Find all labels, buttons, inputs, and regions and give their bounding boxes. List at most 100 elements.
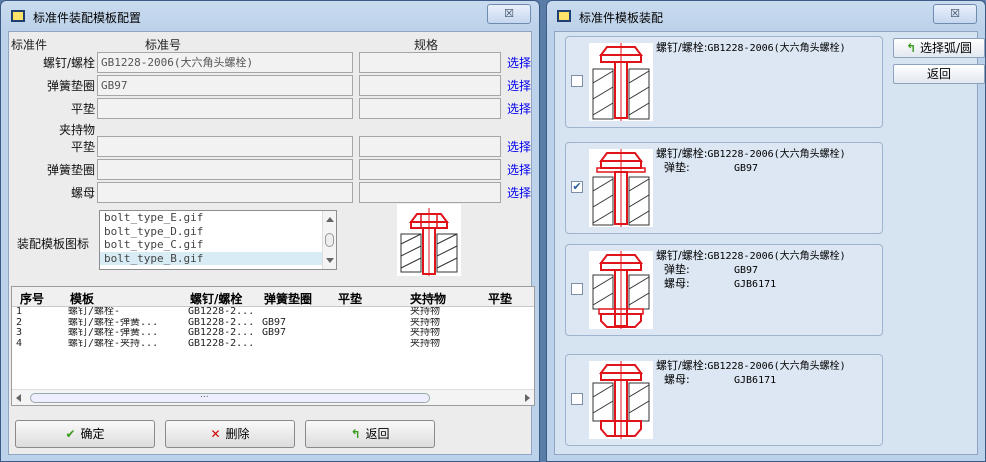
- col-flat-washer[interactable]: 平垫: [338, 290, 362, 307]
- scroll-grip: ...: [200, 390, 209, 400]
- col-bolt[interactable]: 螺钉/螺栓: [190, 290, 242, 307]
- cell-bolt: GB1228-2...: [188, 307, 255, 317]
- card-line: 螺钉/螺栓:GB1228-2006(大六角头螺栓): [656, 249, 846, 263]
- card-value: GB97: [734, 163, 759, 174]
- close-button[interactable]: ☒: [933, 4, 977, 24]
- template-card[interactable]: 螺钉/螺栓:GB1228-2006(大六角头螺栓) 螺母: GJB6171: [565, 354, 883, 446]
- card-key: 螺母:: [664, 277, 690, 290]
- flat-washer-2-spec-field[interactable]: [359, 136, 501, 157]
- back-button[interactable]: 返回: [893, 64, 985, 84]
- template-checkbox[interactable]: [571, 75, 583, 87]
- cell-clamp: 夹持物: [410, 307, 440, 317]
- table-horizontal-scrollbar[interactable]: ...: [12, 389, 534, 405]
- spring-washer-2-spec-field[interactable]: [359, 159, 501, 180]
- cell-spring-washer: GB97: [262, 328, 287, 338]
- card-line: 螺母: GJB6171: [656, 373, 846, 387]
- title-bar: 标准件模板装配 ☒: [547, 1, 985, 31]
- table-row[interactable]: 1 螺钉/螺栓- GB1228-2... 夹持物: [12, 307, 534, 318]
- card-line: 弹垫: GB97: [656, 161, 846, 175]
- card-value: GB1228-2006(大六角头螺栓): [707, 251, 846, 262]
- delete-label: 删除: [225, 427, 250, 441]
- return-arrow-icon: ↰: [905, 41, 916, 55]
- col-index[interactable]: 序号: [20, 290, 44, 307]
- select-spring-washer-2-link[interactable]: 选择: [507, 161, 531, 178]
- label-spring-washer: 弹簧垫圈: [46, 79, 95, 93]
- card-key: 螺母:: [664, 373, 690, 386]
- card-info: 螺钉/螺栓:GB1228-2006(大六角头螺栓) 弹垫: GB97: [656, 147, 846, 175]
- template-item[interactable]: bolt_type_D.gif: [100, 225, 322, 239]
- close-button[interactable]: ☒: [487, 4, 531, 24]
- card-key: 弹垫:: [664, 161, 690, 174]
- title-bar: 标准件装配模板配置 ☒: [1, 1, 539, 31]
- scroll-thumb[interactable]: [325, 233, 334, 247]
- header-spec: 规格: [414, 38, 439, 52]
- template-preview-image: [397, 204, 461, 276]
- table-row[interactable]: 2 螺钉/螺栓-弹簧... GB1228-2... GB97 夹持物: [12, 318, 534, 329]
- cell-clamp: 夹持物: [410, 328, 440, 338]
- select-flat-washer-2-link[interactable]: 选择: [507, 138, 531, 155]
- template-checkbox[interactable]: [571, 393, 583, 405]
- col-clamp[interactable]: 夹持物: [410, 290, 446, 307]
- scroll-up-icon[interactable]: [326, 217, 334, 222]
- select-flat-washer-1-link[interactable]: 选择: [507, 100, 531, 117]
- header-standard: 标准号: [145, 38, 182, 52]
- x-icon: ✕: [210, 427, 221, 441]
- flat-washer-2-standard-field[interactable]: [97, 136, 353, 157]
- cell-template: 螺钉/螺栓-夹持...: [68, 338, 159, 349]
- table-row[interactable]: 4 螺钉/螺栓-夹持... GB1228-2... 夹持物: [12, 339, 534, 350]
- label-bolt: 螺钉/螺栓: [42, 56, 95, 70]
- template-checkbox-checked[interactable]: ✔: [571, 181, 583, 193]
- flat-washer-1-standard-field[interactable]: [97, 98, 353, 119]
- table-row[interactable]: 3 螺钉/螺栓-弹簧... GB1228-2... GB97 夹持物: [12, 328, 534, 339]
- listbox-scrollbar[interactable]: [322, 211, 336, 269]
- template-item[interactable]: bolt_type_E.gif: [100, 211, 322, 225]
- scroll-right-icon[interactable]: [525, 394, 530, 402]
- scroll-down-icon[interactable]: [326, 258, 334, 263]
- select-bolt-link[interactable]: 选择: [507, 54, 531, 71]
- template-card[interactable]: 螺钉/螺栓:GB1228-2006(大六角头螺栓) 弹垫: GB97 螺母: GJB…: [565, 244, 883, 336]
- spring-washer-spec-field[interactable]: [359, 75, 501, 96]
- nut-spec-field[interactable]: [359, 182, 501, 203]
- cell-clamp: 夹持物: [410, 338, 440, 349]
- card-key: 弹垫:: [664, 263, 690, 276]
- window-icon: [11, 10, 25, 22]
- back-label: 返回: [365, 427, 390, 441]
- cell-clamp: 夹持物: [410, 317, 440, 328]
- card-key: 螺钉/螺栓:: [656, 359, 708, 372]
- template-checkbox[interactable]: [571, 283, 583, 295]
- select-nut-link[interactable]: 选择: [507, 184, 531, 201]
- template-table[interactable]: 序号 模板 螺钉/螺栓 弹簧垫圈 平垫 夹持物 平垫 1 螺钉/螺栓- GB12…: [11, 286, 535, 406]
- header-part: 标准件: [11, 38, 48, 52]
- col-spring-washer[interactable]: 弹簧垫圈: [264, 290, 312, 307]
- spring-washer-2-standard-field[interactable]: [97, 159, 353, 180]
- template-item[interactable]: bolt_type_C.gif: [100, 238, 322, 252]
- scroll-thumb[interactable]: [30, 393, 430, 403]
- cell-template: 螺钉/螺栓-弹簧...: [68, 317, 159, 328]
- card-value: GB97: [734, 265, 759, 276]
- flat-washer-1-spec-field[interactable]: [359, 98, 501, 119]
- template-card[interactable]: ✔ 螺钉/螺栓:GB1228-2006(大六角头螺栓) 弹垫: GB97: [565, 142, 883, 234]
- bolt-spec-field[interactable]: [359, 52, 501, 73]
- select-arc-button[interactable]: ↰ 选择弧/圆: [893, 38, 985, 58]
- table-header: 序号 模板 螺钉/螺栓 弹簧垫圈 平垫 夹持物 平垫: [12, 287, 534, 307]
- template-listbox[interactable]: bolt_type_E.gif bolt_type_D.gif bolt_typ…: [99, 210, 337, 270]
- back-button[interactable]: ↰ 返回: [305, 420, 435, 448]
- window-title: 标准件装配模板配置: [33, 11, 142, 25]
- cell-bolt: GB1228-2...: [188, 338, 255, 349]
- template-card[interactable]: 螺钉/螺栓:GB1228-2006(大六角头螺栓): [565, 36, 883, 128]
- scroll-left-icon[interactable]: [16, 394, 21, 402]
- bolt-standard-field[interactable]: GB1228-2006(大六角头螺栓): [97, 52, 353, 73]
- nut-standard-field[interactable]: [97, 182, 353, 203]
- cell-template: 螺钉/螺栓-弹簧...: [68, 328, 159, 338]
- select-spring-washer-link[interactable]: 选择: [507, 77, 531, 94]
- card-line: 螺钉/螺栓:GB1228-2006(大六角头螺栓): [656, 359, 846, 373]
- spring-washer-standard-field[interactable]: GB97: [97, 75, 353, 96]
- card-key: 螺钉/螺栓:: [656, 41, 708, 54]
- assembly-panel: 螺钉/螺栓:GB1228-2006(大六角头螺栓) ✔ 螺钉/螺栓:GB1228…: [554, 31, 985, 455]
- ok-button[interactable]: ✔ 确定: [15, 420, 155, 448]
- delete-button[interactable]: ✕ 删除: [165, 420, 295, 448]
- col-template[interactable]: 模板: [70, 290, 94, 307]
- card-value: GB1228-2006(大六角头螺栓): [707, 43, 846, 54]
- template-item-selected[interactable]: bolt_type_B.gif: [100, 251, 322, 265]
- col-flat-washer-2[interactable]: 平垫: [488, 290, 512, 307]
